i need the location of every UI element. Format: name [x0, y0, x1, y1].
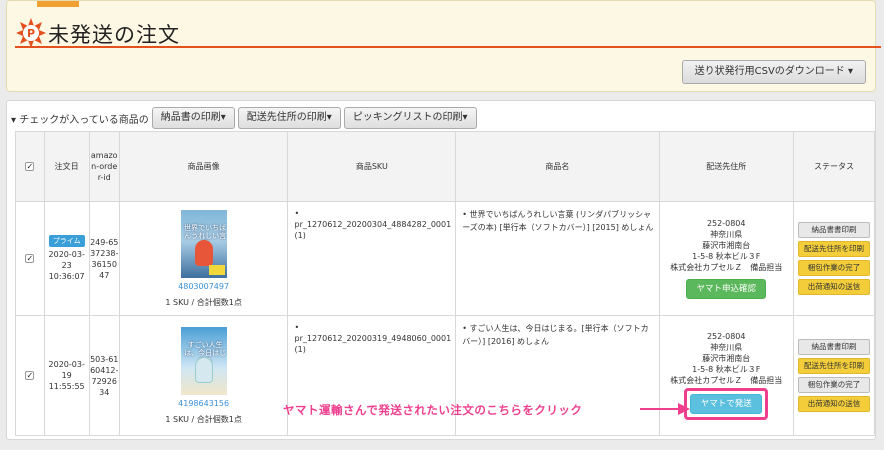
- status-cell: 納品書書印刷 配送先住所を印刷 梱包作業の完了 出荷通知の送信: [792, 315, 876, 436]
- page-title: 未発送の注文: [48, 23, 180, 47]
- page-header-panel: P 未発送の注文 送り状発行用CSVのダウンロード ▾: [6, 0, 881, 92]
- order-id: 249-6537238-3615047: [90, 237, 119, 280]
- tab-stub: [37, 1, 79, 7]
- orders-panel: ▾ チェックが入っている商品の 納品書の印刷▾ 配送先住所の印刷▾ ピッキングリ…: [6, 100, 876, 440]
- print-address-button[interactable]: 配送先住所の印刷▾: [237, 107, 341, 129]
- isbn-link[interactable]: 4198643156: [120, 399, 288, 408]
- product-image: すごい人生は、今日はじまる: [180, 326, 227, 395]
- order-id: 503-6160412-7292634: [90, 354, 119, 397]
- book-cover-badge: [208, 264, 225, 275]
- arrow-right-icon: [640, 403, 690, 415]
- csv-download-button[interactable]: 送り状発行用CSVのダウンロード ▾: [681, 60, 866, 84]
- header-order-id: amazon-order-id: [88, 131, 120, 202]
- product-name: 世界でいちばんうれしい言葉 (リンダパブリッシャーズの本) [単行本（ソフトカバ…: [462, 210, 654, 232]
- header-image: 商品画像: [118, 131, 289, 202]
- address-recipient: 株式会社カプセルＺ 備品担当: [670, 376, 783, 385]
- order-date: 2020-03-23 10:36:07: [48, 250, 85, 281]
- table-row: ✓ プライム 2020-03-23 10:36:07 249-6537238-3…: [15, 201, 876, 316]
- isbn-link[interactable]: 4803007497: [120, 282, 288, 291]
- product-image-cell: すごい人生は、今日はじまる 4198643156 1 SKU / 合計個数1点: [118, 315, 289, 436]
- send-shipment-notice-button[interactable]: 出荷通知の送信: [797, 279, 870, 295]
- order-id-cell: 503-6160412-7292634: [88, 315, 120, 436]
- address-cell: 252-0804 神奈川県 藤沢市湘南台 1-5-8 秋本ビル３F 株式会社カプ…: [658, 201, 794, 316]
- sku-count: 1 SKU / 合計個数1点: [165, 414, 242, 424]
- order-date: 2020-03-19 11:55:55: [48, 360, 85, 391]
- address-city: 藤沢市湘南台: [702, 354, 751, 363]
- order-id-cell: 249-6537238-3615047: [88, 201, 120, 316]
- address-cell: 252-0804 神奈川県 藤沢市湘南台 1-5-8 秋本ビル３F 株式会社カプ…: [658, 315, 794, 436]
- product-image-cell: 世界でいちばんうれしい言葉 4803007497 1 SKU / 合計個数1点: [118, 201, 289, 316]
- bulk-action-label: ▾ チェックが入っている商品の: [11, 114, 149, 126]
- title-underline: [15, 46, 881, 48]
- packing-complete-button[interactable]: 梱包作業の完了: [797, 377, 870, 393]
- print-address-status-button[interactable]: 配送先住所を印刷: [797, 358, 870, 374]
- print-address-status-button[interactable]: 配送先住所を印刷: [797, 241, 870, 257]
- header-address: 配送先住所: [658, 131, 794, 202]
- send-shipment-notice-button[interactable]: 出荷通知の送信: [797, 396, 870, 412]
- address-recipient: 株式会社カプセルＺ 備品担当: [670, 263, 783, 272]
- print-invoice-button[interactable]: 納品書の印刷▾: [151, 107, 235, 129]
- sku-text: pr_1270612_20200304_4884282_0001 (1): [294, 220, 452, 240]
- shipping-address: 252-0804 神奈川県 藤沢市湘南台 1-5-8 秋本ビル３F 株式会社カプ…: [660, 218, 793, 273]
- orders-table: ✓ 注文日 amazon-order-id 商品画像 商品SKU 商品名 配送先…: [15, 131, 876, 436]
- address-postal: 252-0804: [706, 219, 746, 228]
- brand-logo-icon: P: [16, 18, 46, 48]
- select-all-cell: ✓: [15, 131, 45, 202]
- product-name-cell: • 世界でいちばんうれしい言葉 (リンダパブリッシャーズの本) [単行本（ソフト…: [455, 201, 660, 316]
- sku-cell: • pr_1270612_20200304_4884282_0001 (1): [287, 201, 457, 316]
- status-cell: 納品書書印刷 配送先住所を印刷 梱包作業の完了 出荷通知の送信: [792, 201, 876, 316]
- product-name: すごい人生は、今日はじまる。[単行本（ソフトカバー）] [2016] めしょん: [462, 324, 649, 346]
- address-street: 1-5-8 秋本ビル３F: [692, 365, 761, 374]
- row-checkbox[interactable]: ✓: [25, 254, 35, 263]
- bulk-action-toolbar: ▾ チェックが入っている商品の 納品書の印刷▾ 配送先住所の印刷▾ ピッキングリ…: [11, 107, 480, 129]
- sku-item: • pr_1270612_20200319_4948060_0001 (1): [294, 323, 452, 354]
- book-cover-art: [194, 239, 213, 266]
- print-invoice-status-button[interactable]: 納品書書印刷: [797, 222, 870, 238]
- sku-item: • pr_1270612_20200304_4884282_0001 (1): [294, 209, 452, 240]
- order-date-cell: プライム 2020-03-23 10:36:07: [43, 201, 90, 316]
- book-cover-art: [194, 356, 213, 383]
- row-checkbox[interactable]: ✓: [25, 371, 35, 380]
- packing-complete-button[interactable]: 梱包作業の完了: [797, 260, 870, 276]
- instruction-callout: ヤマト運輸さんで発送されたい注文のこちらをクリック: [283, 403, 583, 417]
- address-city: 藤沢市湘南台: [702, 241, 751, 250]
- yamato-confirm-button[interactable]: ヤマト申込確認: [686, 279, 767, 299]
- header-sku: 商品SKU: [287, 131, 457, 202]
- shipping-address: 252-0804 神奈川県 藤沢市湘南台 1-5-8 秋本ビル３F 株式会社カプ…: [660, 331, 793, 386]
- prime-badge: プライム: [48, 235, 85, 247]
- header-status: ステータス: [792, 131, 876, 202]
- highlight-box: ヤマトで発送: [684, 388, 769, 420]
- header-name: 商品名: [455, 131, 660, 202]
- address-prefecture: 神奈川県: [710, 230, 743, 239]
- address-postal: 252-0804: [706, 332, 746, 341]
- row-select-cell: ✓: [15, 201, 45, 316]
- select-all-checkbox[interactable]: ✓: [25, 162, 35, 171]
- table-header-row: ✓ 注文日 amazon-order-id 商品画像 商品SKU 商品名 配送先…: [15, 131, 876, 202]
- header-date: 注文日: [43, 131, 90, 202]
- header-order-id-label: amazon-order-id: [90, 151, 118, 182]
- product-name-item: • すごい人生は、今日はじまる。[単行本（ソフトカバー）] [2016] めしょ…: [462, 324, 649, 346]
- sku-count: 1 SKU / 合計個数1点: [165, 297, 242, 307]
- print-invoice-status-button[interactable]: 納品書書印刷: [797, 339, 870, 355]
- address-prefecture: 神奈川県: [710, 343, 743, 352]
- yamato-ship-button[interactable]: ヤマトで発送: [690, 394, 763, 414]
- order-date-cell: 2020-03-19 11:55:55: [43, 315, 90, 436]
- product-name-item: • 世界でいちばんうれしい言葉 (リンダパブリッシャーズの本) [単行本（ソフト…: [462, 210, 654, 232]
- product-image: 世界でいちばんうれしい言葉: [180, 209, 227, 278]
- address-street: 1-5-8 秋本ビル３F: [692, 252, 761, 261]
- print-picking-list-button[interactable]: ピッキングリストの印刷▾: [343, 107, 477, 129]
- sku-text: pr_1270612_20200319_4948060_0001 (1): [294, 334, 452, 354]
- row-select-cell: ✓: [15, 315, 45, 436]
- svg-text:P: P: [27, 27, 35, 40]
